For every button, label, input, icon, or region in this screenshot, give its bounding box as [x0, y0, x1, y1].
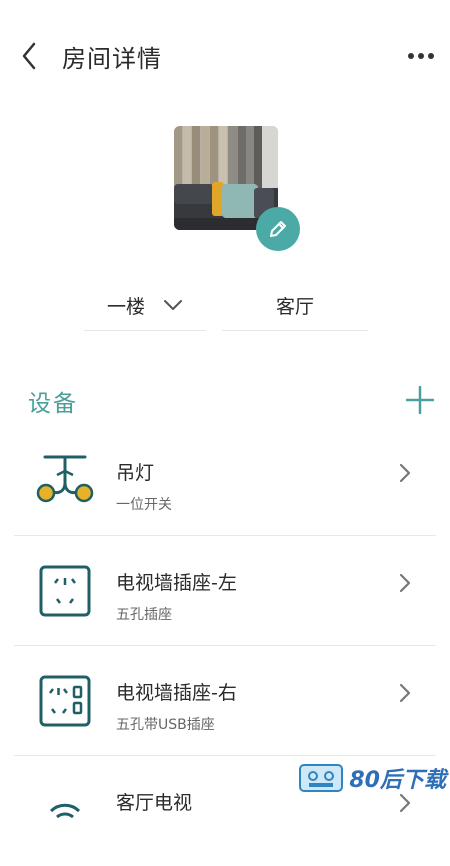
pencil-icon [270, 221, 286, 237]
plus-icon [406, 386, 434, 414]
watermark-logo: 80后下载 [299, 762, 446, 794]
device-row[interactable]: 电视墙插座-左 五孔插座 [0, 536, 450, 646]
device-row[interactable]: 吊灯 一位开关 [0, 426, 450, 536]
chevron-right-icon [398, 572, 414, 594]
cassette-icon [299, 764, 344, 792]
device-name: 吊灯 [116, 462, 155, 484]
more-horizontal-icon [408, 53, 434, 59]
room-name-value: 客厅 [275, 295, 314, 318]
room-name-field[interactable]: 客厅 [222, 280, 368, 331]
floor-value: 一楼 [106, 295, 145, 318]
device-name: 客厅电视 [116, 792, 193, 814]
header-bar: 房间详情 [0, 0, 450, 112]
chevron-left-icon [22, 42, 36, 70]
chevron-right-icon [398, 792, 414, 814]
device-type: 五孔带USB插座 [116, 717, 215, 733]
device-type: 一位开关 [116, 497, 172, 513]
device-type: 五孔插座 [116, 607, 172, 623]
edit-photo-button[interactable] [256, 207, 300, 251]
chevron-down-icon [163, 299, 183, 311]
devices-section-title: 设备 [28, 391, 78, 417]
device-row[interactable]: 电视墙插座-右 五孔带USB插座 [0, 646, 450, 756]
page-title: 房间详情 [62, 45, 162, 73]
more-button[interactable] [406, 44, 436, 68]
wifi-icon [34, 780, 96, 842]
floor-select[interactable]: 一楼 [84, 280, 206, 331]
device-list: 吊灯 一位开关 电视墙插座-左 五孔插座 电视墙插座-右 五孔带USB插座 客厅… [0, 426, 450, 866]
chevron-right-icon [398, 682, 414, 704]
five-hole-socket-icon [34, 560, 96, 622]
back-button[interactable] [14, 40, 44, 72]
usb-socket-icon [34, 670, 96, 732]
watermark-text: 80后下载 [349, 768, 446, 793]
device-name: 电视墙插座-左 [116, 572, 237, 594]
device-name: 电视墙插座-右 [116, 682, 237, 704]
add-device-button[interactable] [404, 384, 436, 416]
pendant-lamp-icon [34, 450, 96, 512]
chevron-right-icon [398, 462, 414, 484]
